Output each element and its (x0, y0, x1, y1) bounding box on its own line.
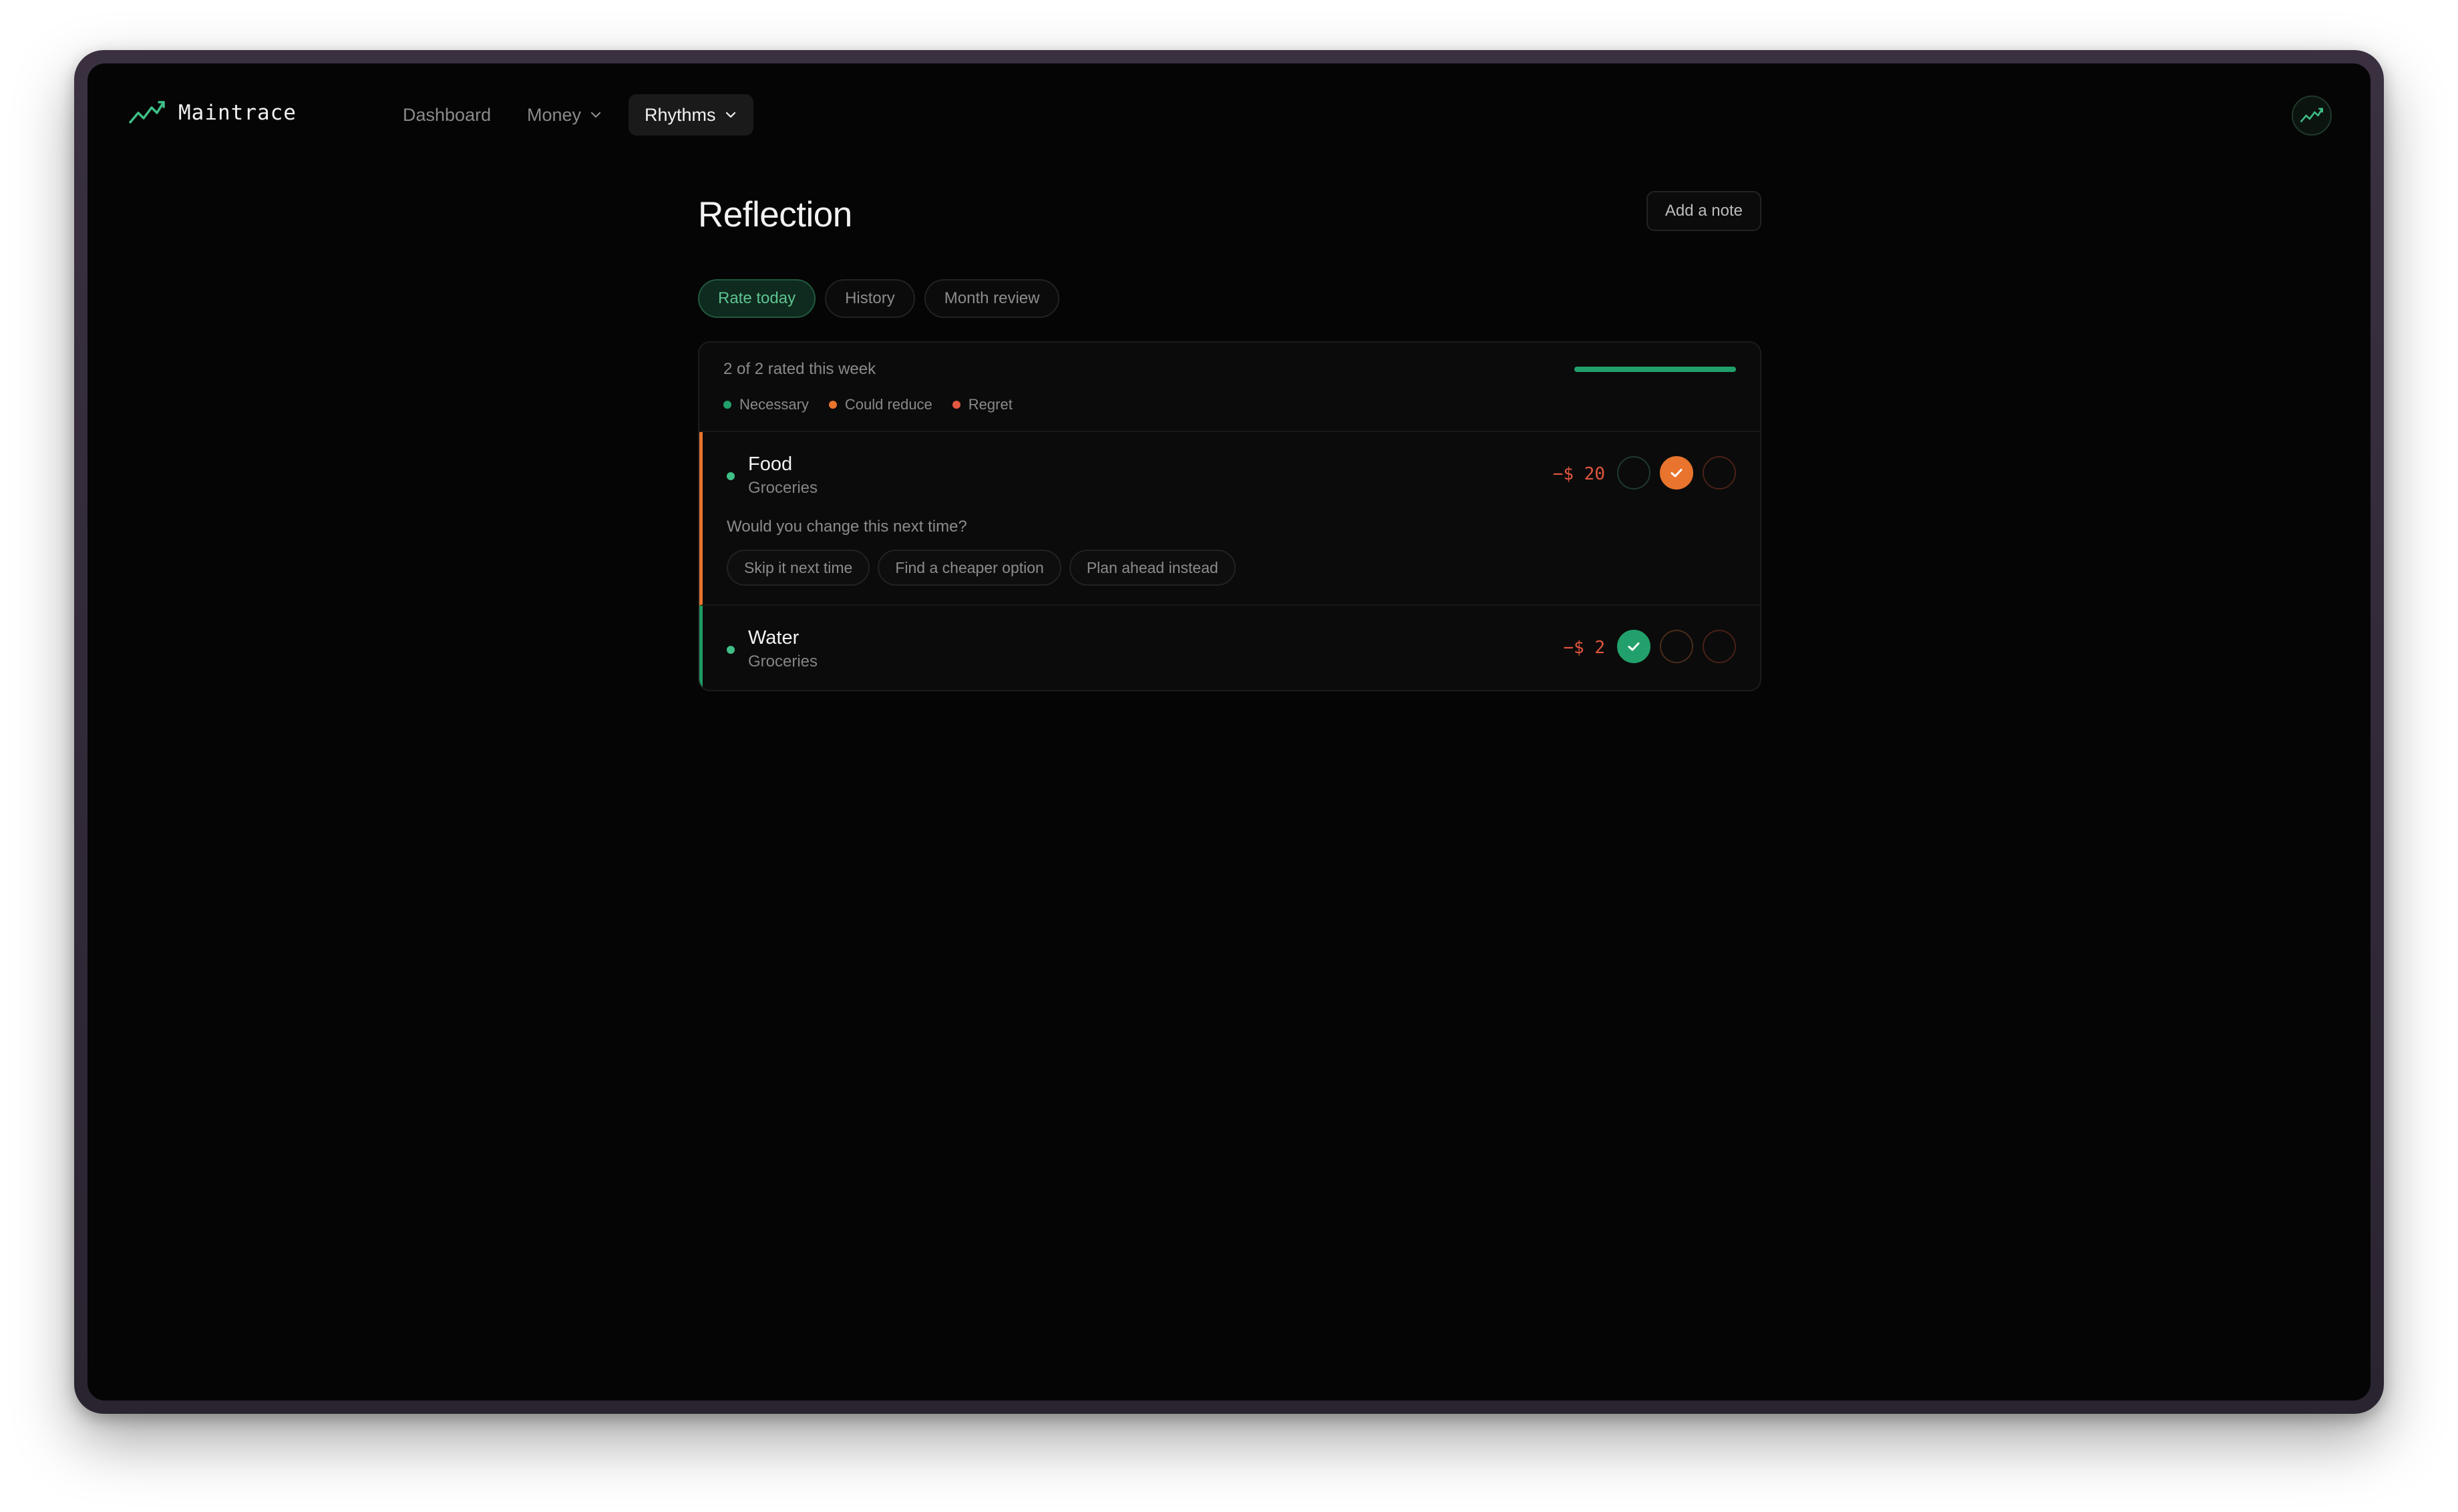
legend-dot (828, 401, 837, 409)
nav-money[interactable]: Money (511, 94, 619, 136)
brand[interactable]: Maintrace (129, 100, 297, 126)
nav-money-label: Money (527, 104, 582, 125)
rating-group (1617, 630, 1736, 663)
legend-label: Regret (968, 396, 1013, 413)
rate-could-reduce-button[interactable] (1660, 456, 1693, 490)
entry-category: Groceries (748, 652, 818, 671)
app-screen: Maintrace Dashboard Money Rhythms Reflec… (87, 63, 2371, 1400)
rate-regret-button[interactable] (1703, 456, 1736, 490)
nav-dashboard[interactable]: Dashboard (387, 94, 507, 136)
legend-dot (952, 401, 960, 409)
option-chips: Skip it next time Find a cheaper option … (727, 550, 1236, 586)
tab-month-review[interactable]: Month review (924, 279, 1060, 318)
progress-bar (1574, 367, 1736, 372)
rate-could-reduce-button[interactable] (1660, 630, 1693, 663)
nav-dashboard-label: Dashboard (403, 104, 492, 125)
status-dot (727, 472, 735, 480)
chevron-down-icon (590, 112, 601, 118)
chevron-down-icon (725, 112, 735, 118)
add-note-button[interactable]: Add a note (1646, 191, 1761, 231)
trend-line-icon (129, 101, 165, 124)
status-dot (727, 646, 735, 654)
legend-regret: Regret (952, 396, 1013, 413)
option-skip-chip[interactable]: Skip it next time (727, 550, 870, 586)
entry-amount: −$ 2 (1563, 638, 1605, 658)
check-icon (1671, 469, 1683, 478)
option-cheaper-chip[interactable]: Find a cheaper option (878, 550, 1061, 586)
card-header: 2 of 2 rated this week Necessary Could r… (699, 343, 1760, 432)
trend-line-icon (2300, 108, 2323, 123)
rate-regret-button[interactable] (1703, 630, 1736, 663)
entry-amount: −$ 20 (1552, 464, 1605, 484)
nav-rhythms[interactable]: Rhythms (629, 94, 753, 136)
avatar[interactable] (2292, 96, 2332, 136)
check-icon (1628, 642, 1640, 651)
legend: Necessary Could reduce Regret (723, 396, 1013, 413)
nav-rhythms-label: Rhythms (645, 104, 716, 125)
legend-necessary: Necessary (723, 396, 809, 413)
legend-label: Necessary (739, 396, 809, 413)
tab-bar: Rate today History Month review (698, 279, 1060, 318)
tab-rate-today[interactable]: Rate today (698, 279, 816, 318)
legend-dot (723, 401, 731, 409)
progress-fill (1574, 367, 1736, 372)
rated-summary: 2 of 2 rated this week (723, 360, 876, 378)
top-nav: Maintrace Dashboard Money Rhythms (87, 63, 2371, 138)
brand-name: Maintrace (178, 101, 297, 125)
rate-necessary-button[interactable] (1617, 630, 1650, 663)
entry-category: Groceries (748, 479, 818, 497)
rate-necessary-button[interactable] (1617, 456, 1650, 490)
reflection-question: Would you change this next time? (727, 518, 967, 536)
tab-history[interactable]: History (825, 279, 915, 318)
legend-label: Could reduce (844, 396, 932, 413)
page-title: Reflection (698, 195, 852, 234)
rating-card: 2 of 2 rated this week Necessary Could r… (698, 341, 1761, 691)
entry-name: Water (748, 627, 800, 648)
option-plan-chip[interactable]: Plan ahead instead (1069, 550, 1236, 586)
list-item: Food Groceries −$ 20 Would you change th… (699, 432, 1760, 606)
device-frame: Maintrace Dashboard Money Rhythms Reflec… (74, 50, 2384, 1414)
entry-name: Food (748, 453, 793, 475)
list-item: Water Groceries −$ 2 (699, 606, 1760, 690)
legend-could-reduce: Could reduce (828, 396, 932, 413)
rating-group (1617, 456, 1736, 490)
